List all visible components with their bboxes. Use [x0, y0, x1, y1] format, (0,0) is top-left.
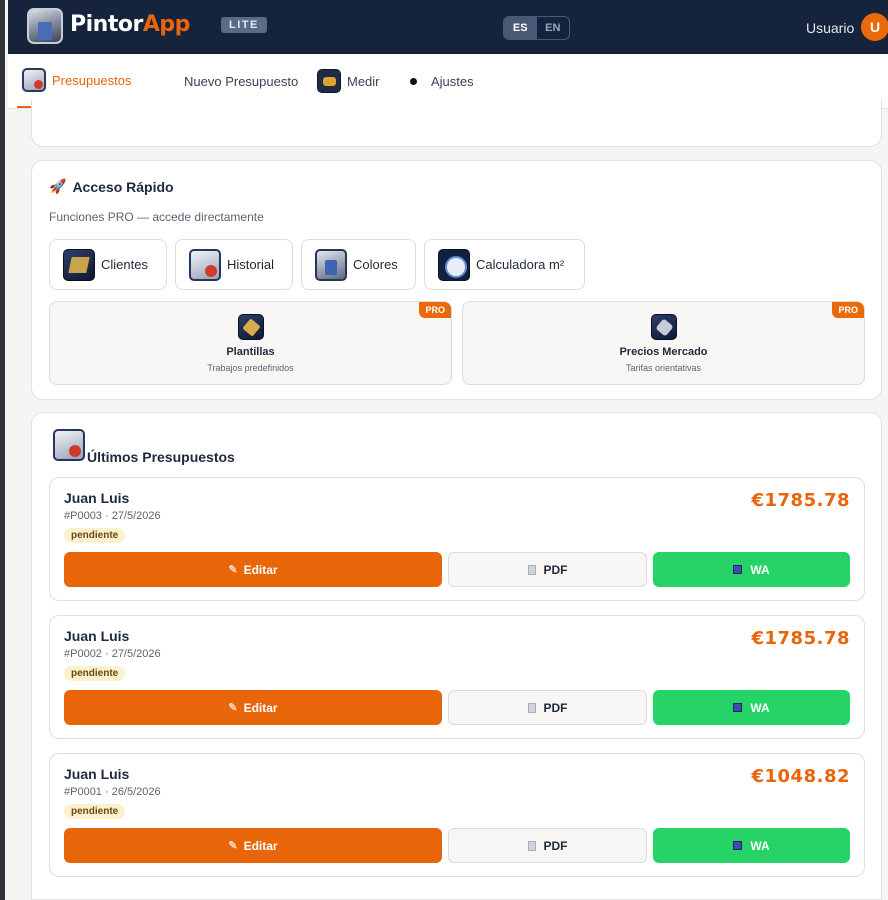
bullet-icon [410, 77, 417, 85]
calculator-icon [438, 248, 470, 281]
pdf-label: PDF [543, 562, 568, 577]
book-icon [63, 248, 95, 281]
pdf-label: PDF [543, 838, 568, 853]
app-logo-icon [27, 8, 63, 44]
pdf-label: PDF [543, 700, 568, 715]
budget-meta: #P0002 · 27/5/2026 [64, 648, 161, 660]
document-icon [53, 429, 85, 461]
document-icon [22, 68, 46, 92]
budget-amount: €1785.78 [751, 628, 850, 649]
pro-badge: PRO [419, 302, 451, 318]
wa-label: WA [750, 838, 770, 853]
language-es-button[interactable]: ES [504, 17, 537, 39]
pencil-icon: ✎ [228, 840, 238, 852]
tape-measure-icon [317, 69, 341, 93]
edit-button[interactable]: ✎ Editar [64, 828, 442, 863]
quick-historial-button[interactable]: Historial [175, 239, 293, 290]
brand-accent: App [142, 12, 191, 37]
latest-budgets-title: Últimos Presupuestos [87, 449, 235, 465]
price-tag-icon [650, 314, 677, 340]
quick-access-card: 🚀 Acceso Rápido Funciones PRO — accede d… [31, 160, 882, 400]
document-icon [527, 702, 536, 713]
budget-item: Juan Luis #P0001 · 26/5/2026 pendiente €… [49, 753, 865, 877]
document-icon [527, 564, 536, 575]
pdf-button[interactable]: PDF [448, 552, 647, 587]
quick-clientes-button[interactable]: Clientes [49, 239, 167, 290]
quick-button-label: Calculadora m² [476, 257, 565, 272]
whatsapp-button[interactable]: WA [653, 552, 850, 587]
abacus-icon [733, 565, 743, 574]
avatar[interactable]: U [861, 13, 888, 41]
pro-card-name: Plantillas [226, 346, 275, 358]
pro-card-name: Precios Mercado [619, 346, 708, 358]
quick-button-label: Historial [227, 257, 274, 272]
app-brand: PintorApp [70, 12, 190, 37]
edit-label: Editar [243, 700, 278, 715]
top-header: PintorApp LITE ES EN Usuario U [8, 0, 888, 54]
latest-budgets-card: Últimos Presupuestos Juan Luis #P0003 · … [31, 412, 882, 900]
quick-button-label: Clientes [101, 257, 148, 272]
previous-card [31, 100, 882, 147]
whatsapp-button[interactable]: WA [653, 690, 850, 725]
client-name: Juan Luis [64, 628, 130, 644]
paint-bucket-icon [315, 248, 347, 281]
tab-label: Ajustes [431, 73, 474, 89]
pdf-button[interactable]: PDF [448, 828, 647, 863]
status-badge: pendiente [64, 528, 126, 543]
budget-item: Juan Luis #P0003 · 27/5/2026 pendiente €… [49, 477, 865, 601]
edit-button[interactable]: ✎ Editar [64, 552, 442, 587]
wa-label: WA [750, 700, 770, 715]
user-label[interactable]: Usuario [806, 20, 854, 36]
quick-access-title: 🚀 Acceso Rápido [49, 178, 174, 195]
pro-card-description: Trabajos predefinidos [207, 363, 294, 373]
edition-badge: LITE [221, 17, 267, 33]
client-name: Juan Luis [64, 490, 130, 506]
quick-colores-button[interactable]: Colores [301, 239, 416, 290]
pencil-icon: ✎ [228, 564, 238, 576]
edit-label: Editar [243, 562, 278, 577]
rocket-icon: 🚀 [49, 178, 67, 194]
wa-label: WA [750, 562, 770, 577]
pro-plantillas-card[interactable]: PRO Plantillas Trabajos predefinidos [49, 301, 452, 385]
quick-calculadora-button[interactable]: Calculadora m² [424, 239, 585, 290]
brand-main: Pintor [70, 12, 143, 37]
abacus-icon [733, 841, 743, 850]
edit-button[interactable]: ✎ Editar [64, 690, 442, 725]
status-badge: pendiente [64, 804, 126, 819]
pdf-button[interactable]: PDF [448, 690, 647, 725]
tab-label: Nuevo Presupuesto [184, 73, 299, 89]
quick-access-subtitle: Funciones PRO — accede directamente [49, 210, 264, 224]
language-en-button[interactable]: EN [537, 17, 570, 39]
status-badge: pendiente [64, 666, 126, 681]
hammer-icon [237, 314, 264, 340]
whatsapp-button[interactable]: WA [653, 828, 850, 863]
language-switcher: ES EN [503, 16, 570, 40]
pencil-icon: ✎ [228, 702, 238, 714]
budget-meta: #P0003 · 27/5/2026 [64, 510, 161, 522]
budget-item: Juan Luis #P0002 · 27/5/2026 pendiente €… [49, 615, 865, 739]
tab-label: Medir [347, 73, 380, 89]
pro-badge: PRO [832, 302, 864, 318]
edit-label: Editar [243, 838, 278, 853]
history-icon [189, 248, 221, 281]
budget-amount: €1785.78 [751, 490, 850, 511]
abacus-icon [733, 703, 743, 712]
app-window: PintorApp LITE ES EN Usuario U Presupues… [5, 0, 888, 900]
pro-precios-card[interactable]: PRO Precios Mercado Tarifas orientativas [462, 301, 865, 385]
pro-card-description: Tarifas orientativas [625, 363, 702, 373]
quick-button-label: Colores [353, 257, 398, 272]
quick-access-title-text: Acceso Rápido [72, 178, 174, 195]
client-name: Juan Luis [64, 766, 130, 782]
tab-label: Presupuestos [52, 72, 132, 88]
budget-amount: €1048.82 [751, 766, 850, 787]
document-icon [527, 840, 536, 851]
budget-meta: #P0001 · 26/5/2026 [64, 786, 161, 798]
